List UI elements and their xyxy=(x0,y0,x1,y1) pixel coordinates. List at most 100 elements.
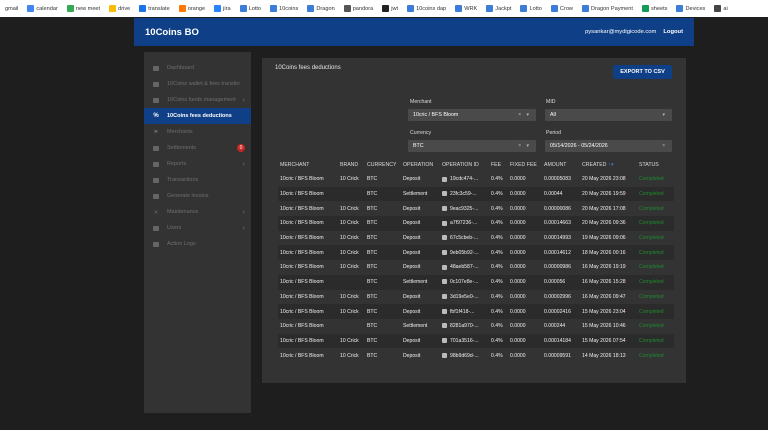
copy-icon[interactable] xyxy=(442,338,447,344)
sidebar-item[interactable]: % 10Coins fees deductions xyxy=(144,108,251,124)
sort-icon[interactable]: ↑▾ xyxy=(608,162,613,168)
sidebar-item[interactable]: Dashboard xyxy=(144,60,251,76)
table-cell: BTC xyxy=(365,230,401,246)
table-cell: BTC xyxy=(365,260,401,275)
bookmark-item[interactable]: WRK xyxy=(452,2,480,15)
table-cell: 3d19e5e0-... xyxy=(440,289,489,305)
sidebar-item[interactable]: Users ‹ xyxy=(144,220,251,236)
copy-icon[interactable] xyxy=(442,249,447,255)
sidebar-item[interactable]: Generate invoice xyxy=(144,188,251,204)
wrench-icon: ✕ xyxy=(153,209,159,216)
table-cell-value: 0.00014184 xyxy=(544,337,571,344)
mid-select[interactable]: All ▾ xyxy=(545,109,672,121)
bookmark-item[interactable]: drive xyxy=(106,2,133,15)
export-csv-button[interactable]: EXPORT TO CSV xyxy=(613,65,672,79)
sidebar-item[interactable]: Reports ‹ xyxy=(144,156,251,172)
table-cell: 20 May 2026 19:59 xyxy=(580,186,637,202)
table-cell-value: 0.0000 xyxy=(510,176,526,183)
table-cell-value: 0.0000 xyxy=(510,279,526,286)
table-cell: 0.00009591 xyxy=(542,348,580,363)
bookmark-favicon-icon xyxy=(382,5,390,12)
transactions-icon xyxy=(152,177,160,184)
table-cell: BTC xyxy=(365,289,401,305)
currency-select[interactable]: BTC × ▾ xyxy=(408,140,536,152)
copy-icon[interactable] xyxy=(442,235,447,241)
table-cell-value: BTC xyxy=(367,220,378,227)
table-cell-value: Completed xyxy=(639,205,664,212)
copy-icon[interactable] xyxy=(442,191,447,197)
table-cell-value: 98b9d69d-... xyxy=(450,352,479,359)
bookmark-item[interactable]: Crow xyxy=(548,2,576,15)
table-cell-value: Deposit xyxy=(403,264,421,271)
bookmark-item[interactable]: ai xyxy=(711,2,730,15)
bookmark-item[interactable]: calendar xyxy=(24,2,60,15)
table-cell-value: Settlement xyxy=(403,323,428,330)
sidebar-item[interactable]: Action Logs xyxy=(144,236,251,252)
table-cell-value: 18 May 2026 00:16 xyxy=(582,249,626,256)
copy-icon[interactable] xyxy=(442,279,447,285)
table-cell-value: 10cric / BFS Bloom xyxy=(280,205,324,212)
bookmark-favicon-icon xyxy=(407,5,415,12)
period-picker[interactable]: 05/14/2026 - 05/24/2026 × xyxy=(545,140,672,152)
sidebar-item[interactable]: ✕ Maintenance ‹ xyxy=(144,204,251,220)
copy-icon[interactable] xyxy=(442,294,447,299)
bookmark-item[interactable]: translate xyxy=(136,2,172,15)
chevron-left-icon: ‹ xyxy=(242,224,245,232)
bookmark-item[interactable]: gmail xyxy=(2,2,21,15)
copy-icon[interactable] xyxy=(442,323,447,329)
copy-icon[interactable] xyxy=(442,264,447,270)
bookmark-item[interactable]: Dragon Payment xyxy=(579,2,636,15)
bookmark-favicon-icon xyxy=(239,5,247,12)
table-cell-value: Deposit xyxy=(403,176,421,183)
mid-filter-label: MID xyxy=(546,99,556,105)
table-cell-value: 10cric / BFS Bloom xyxy=(280,323,324,330)
table-cell: Settlement xyxy=(401,274,440,290)
wallet-icon xyxy=(152,81,160,88)
table-cell: Deposit xyxy=(401,289,440,305)
copy-icon[interactable] xyxy=(442,205,447,211)
table-cell: Completed xyxy=(637,201,674,217)
sidebar-item-label: Transactions xyxy=(167,177,199,183)
bookmark-item[interactable]: pandora xyxy=(341,2,377,15)
bookmark-item[interactable]: jira xyxy=(211,2,233,15)
column-header[interactable]: CREATED ↑▾ xyxy=(580,158,637,172)
column-header-label: CURRENCY xyxy=(367,162,397,168)
bookmark-item[interactable]: Lotto xyxy=(517,2,544,15)
table-cell: 10 Crick xyxy=(338,289,365,305)
copy-icon[interactable] xyxy=(442,176,447,182)
copy-icon[interactable] xyxy=(442,308,447,314)
bookmark-label: ai xyxy=(723,5,728,12)
copy-icon[interactable] xyxy=(442,220,447,226)
percent-icon: % xyxy=(153,113,159,119)
sidebar-item[interactable]: 10Coins wallet & fees transfer xyxy=(144,76,251,92)
logout-link[interactable]: Logout xyxy=(663,29,683,35)
table-cell: 0.4% xyxy=(489,216,508,231)
bookmark-favicon-icon xyxy=(66,5,74,12)
settlements-icon xyxy=(152,145,160,152)
sidebar-item[interactable]: Transactions xyxy=(144,172,251,188)
bookmark-item[interactable]: jwt xyxy=(379,2,401,15)
bookmark-item[interactable]: 10coins xyxy=(267,2,301,15)
bookmark-item[interactable]: sheets xyxy=(639,2,670,15)
table-cell: 15 May 2026 10:46 xyxy=(580,318,637,334)
table-cell: Deposit xyxy=(401,201,440,217)
table-row: 10cric / BFS Bloom 10 Crick BTC Deposit a7f9… xyxy=(278,216,674,231)
bookmark-item[interactable]: Dragon xyxy=(304,2,337,15)
bookmark-item[interactable]: orange xyxy=(176,2,208,15)
copy-icon[interactable] xyxy=(442,352,447,358)
bookmark-item[interactable]: Devices xyxy=(673,2,708,15)
bookmark-item[interactable]: Lotto xyxy=(237,2,264,15)
table-row: 10cric / BFS Bloom BTC Settlement 23fc3c59-… xyxy=(278,186,674,202)
bookmark-item[interactable]: new meet xyxy=(64,2,103,15)
sidebar-item[interactable]: Settlements 0 xyxy=(144,140,251,156)
bookmark-item[interactable]: Jackpt xyxy=(483,2,514,15)
table-cell-value: 10cric / BFS Bloom xyxy=(280,308,324,315)
table-cell-value: 10 Crick xyxy=(340,220,359,227)
merchant-select[interactable]: 10cric / BFS Bloom × ▾ xyxy=(408,109,536,121)
sidebar-item[interactable]: 10Coins funds management ‹ xyxy=(144,92,251,108)
table-cell-value: 0.0000 xyxy=(510,220,526,227)
table-cell: Settlement xyxy=(401,186,440,202)
table-cell: 0.4% xyxy=(489,333,508,349)
bookmark-item[interactable]: 10coins dap xyxy=(404,2,449,15)
sidebar-item[interactable]: ⚑ Merchants xyxy=(144,124,251,140)
